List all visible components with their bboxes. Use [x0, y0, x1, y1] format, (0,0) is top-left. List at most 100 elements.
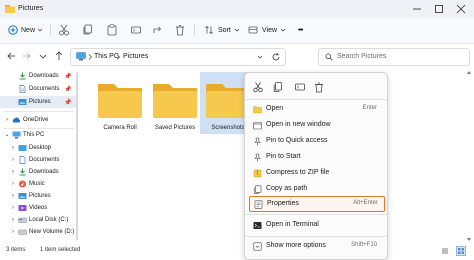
sidebar-item-label: Music [29, 181, 45, 187]
refresh-icon[interactable] [271, 52, 281, 62]
file-explorer-window: Pictures New Sort View ••• This PC Pictu… [0, 0, 474, 260]
forward-arrow-icon[interactable] [22, 50, 32, 62]
menu-item-show-more-options[interactable]: Show more options Shift+F10 [249, 239, 383, 253]
pin-icon [254, 137, 261, 146]
sidebar-item-onedrive[interactable]: › OneDrive [0, 114, 76, 126]
chevron-right-icon[interactable]: › [10, 228, 16, 236]
menu-item-copy-as-path[interactable]: Copy as path [249, 182, 383, 196]
chevron-right-icon[interactable]: › [10, 180, 16, 188]
menu-item-shortcut: Alt+Enter [353, 200, 378, 206]
rename-icon[interactable] [130, 23, 142, 37]
chevron-right-icon[interactable]: › [10, 204, 16, 212]
delete-icon[interactable] [313, 81, 325, 93]
chevron-right-icon[interactable]: › [10, 216, 16, 224]
new-label: New [21, 26, 36, 34]
menu-item-label: Show more options [266, 242, 326, 249]
cut-icon[interactable] [252, 81, 264, 93]
paste-icon[interactable] [106, 23, 118, 37]
sidebar-item-downloads[interactable]: Downloads 📌 [0, 70, 76, 82]
chevron-right-icon[interactable]: › [10, 168, 16, 176]
new-button[interactable]: New [8, 23, 43, 37]
document-icon [19, 85, 26, 93]
toolbar-divider [194, 24, 195, 36]
menu-item-label: Open in Terminal [266, 221, 319, 228]
sidebar-item-label: Documents [29, 157, 60, 163]
sidebar-scrollbar[interactable] [76, 68, 78, 244]
sort-icon [205, 25, 213, 35]
sidebar-item-documents[interactable]: › Documents [0, 154, 76, 166]
pin-icon: 📌 [64, 73, 72, 80]
sidebar-item-label: Videos [29, 205, 48, 211]
menu-item-compress-zip[interactable]: Compress to ZIP file [249, 166, 383, 180]
add-icon [8, 25, 18, 35]
recent-chevron-icon[interactable] [38, 50, 48, 62]
sidebar-item-desktop[interactable]: › Desktop [0, 142, 76, 154]
chevron-right-icon[interactable]: › [10, 192, 16, 200]
menu-divider [245, 236, 387, 237]
share-icon[interactable] [152, 23, 164, 37]
properties-icon [254, 200, 263, 209]
sidebar-item-pictures[interactable]: Pictures 📌 [0, 96, 76, 108]
chevron-right-icon[interactable]: › [10, 144, 16, 152]
navigation-pane: Downloads 📌 Documents 📌 Pictures 📌 › One… [0, 68, 78, 244]
minimize-icon[interactable] [410, 3, 424, 15]
chevron-right-icon[interactable]: › [10, 156, 16, 164]
view-label: View [262, 26, 278, 34]
folder-label: Camera Roll [103, 125, 137, 131]
content-scrollbar[interactable] [466, 68, 472, 244]
chevron-down-icon[interactable] [257, 54, 263, 60]
folder-item[interactable]: Saved Pictures [147, 72, 203, 134]
sidebar-item-label: New Volume (D:) [29, 229, 75, 235]
sidebar-item-documents[interactable]: Documents 📌 [0, 83, 76, 95]
copy-icon[interactable] [272, 81, 284, 93]
rename-icon[interactable] [294, 81, 306, 93]
chevron-right-icon [88, 54, 92, 60]
breadcrumb-pictures[interactable]: Pictures [123, 53, 148, 60]
copy-icon[interactable] [82, 23, 94, 37]
tiles-view-icon[interactable] [456, 246, 466, 256]
sidebar-item-music[interactable]: › Music [0, 178, 76, 190]
back-arrow-icon[interactable] [6, 50, 16, 62]
chevron-down-icon [234, 28, 240, 32]
selection-count: 1 item selected [40, 247, 81, 253]
up-arrow-icon[interactable] [54, 50, 64, 62]
menu-divider [245, 214, 387, 215]
address-bar[interactable]: This PC Pictures [70, 48, 286, 66]
sidebar-item-local-disk[interactable]: › Local Disk (C:) [0, 214, 76, 226]
menu-item-label: Compress to ZIP file [266, 169, 330, 176]
menu-item-properties[interactable]: Properties Alt+Enter [249, 196, 385, 212]
close-icon[interactable] [454, 3, 468, 15]
item-count: 3 items [6, 247, 26, 253]
open-folder-icon [253, 106, 262, 114]
chevron-right-icon[interactable]: › [4, 116, 10, 124]
menu-item-label: Properties [267, 200, 299, 207]
menu-item-label: Open [266, 105, 284, 112]
menu-item-open[interactable]: Open Enter [249, 102, 383, 116]
sidebar-item-pictures[interactable]: › Pictures [0, 190, 76, 202]
sidebar-item-videos[interactable]: › Videos [0, 202, 76, 214]
sidebar-divider [4, 111, 74, 112]
sidebar-item-downloads[interactable]: › Downloads [0, 166, 76, 178]
delete-icon[interactable] [174, 23, 186, 37]
details-view-icon[interactable] [440, 246, 450, 256]
cut-icon[interactable] [58, 23, 70, 37]
sidebar-item-this-pc[interactable]: ⌄ This PC [0, 129, 76, 141]
folder-icon [98, 84, 142, 118]
menu-item-pin-quick-access[interactable]: Pin to Quick access [249, 134, 383, 148]
more-options-button[interactable]: ••• [298, 23, 303, 37]
menu-item-pin-start[interactable]: Pin to Start [249, 150, 383, 164]
drive-icon [18, 229, 27, 235]
maximize-icon[interactable] [432, 3, 446, 15]
menu-item-label: Pin to Quick access [266, 137, 328, 144]
view-button[interactable]: View [248, 23, 286, 37]
download-icon [19, 168, 26, 176]
search-input[interactable]: Search Pictures [318, 48, 470, 66]
sort-button[interactable]: Sort [204, 23, 240, 37]
sort-label: Sort [218, 26, 231, 34]
folder-icon [153, 84, 197, 118]
menu-item-open-terminal[interactable]: Open in Terminal [249, 218, 383, 232]
sidebar-item-new-volume[interactable]: › New Volume (D:) [0, 226, 76, 238]
folder-item[interactable]: Camera Roll [92, 72, 148, 134]
chevron-down-icon[interactable]: ⌄ [4, 131, 10, 139]
menu-item-open-new-window[interactable]: Open in new window [249, 118, 383, 132]
